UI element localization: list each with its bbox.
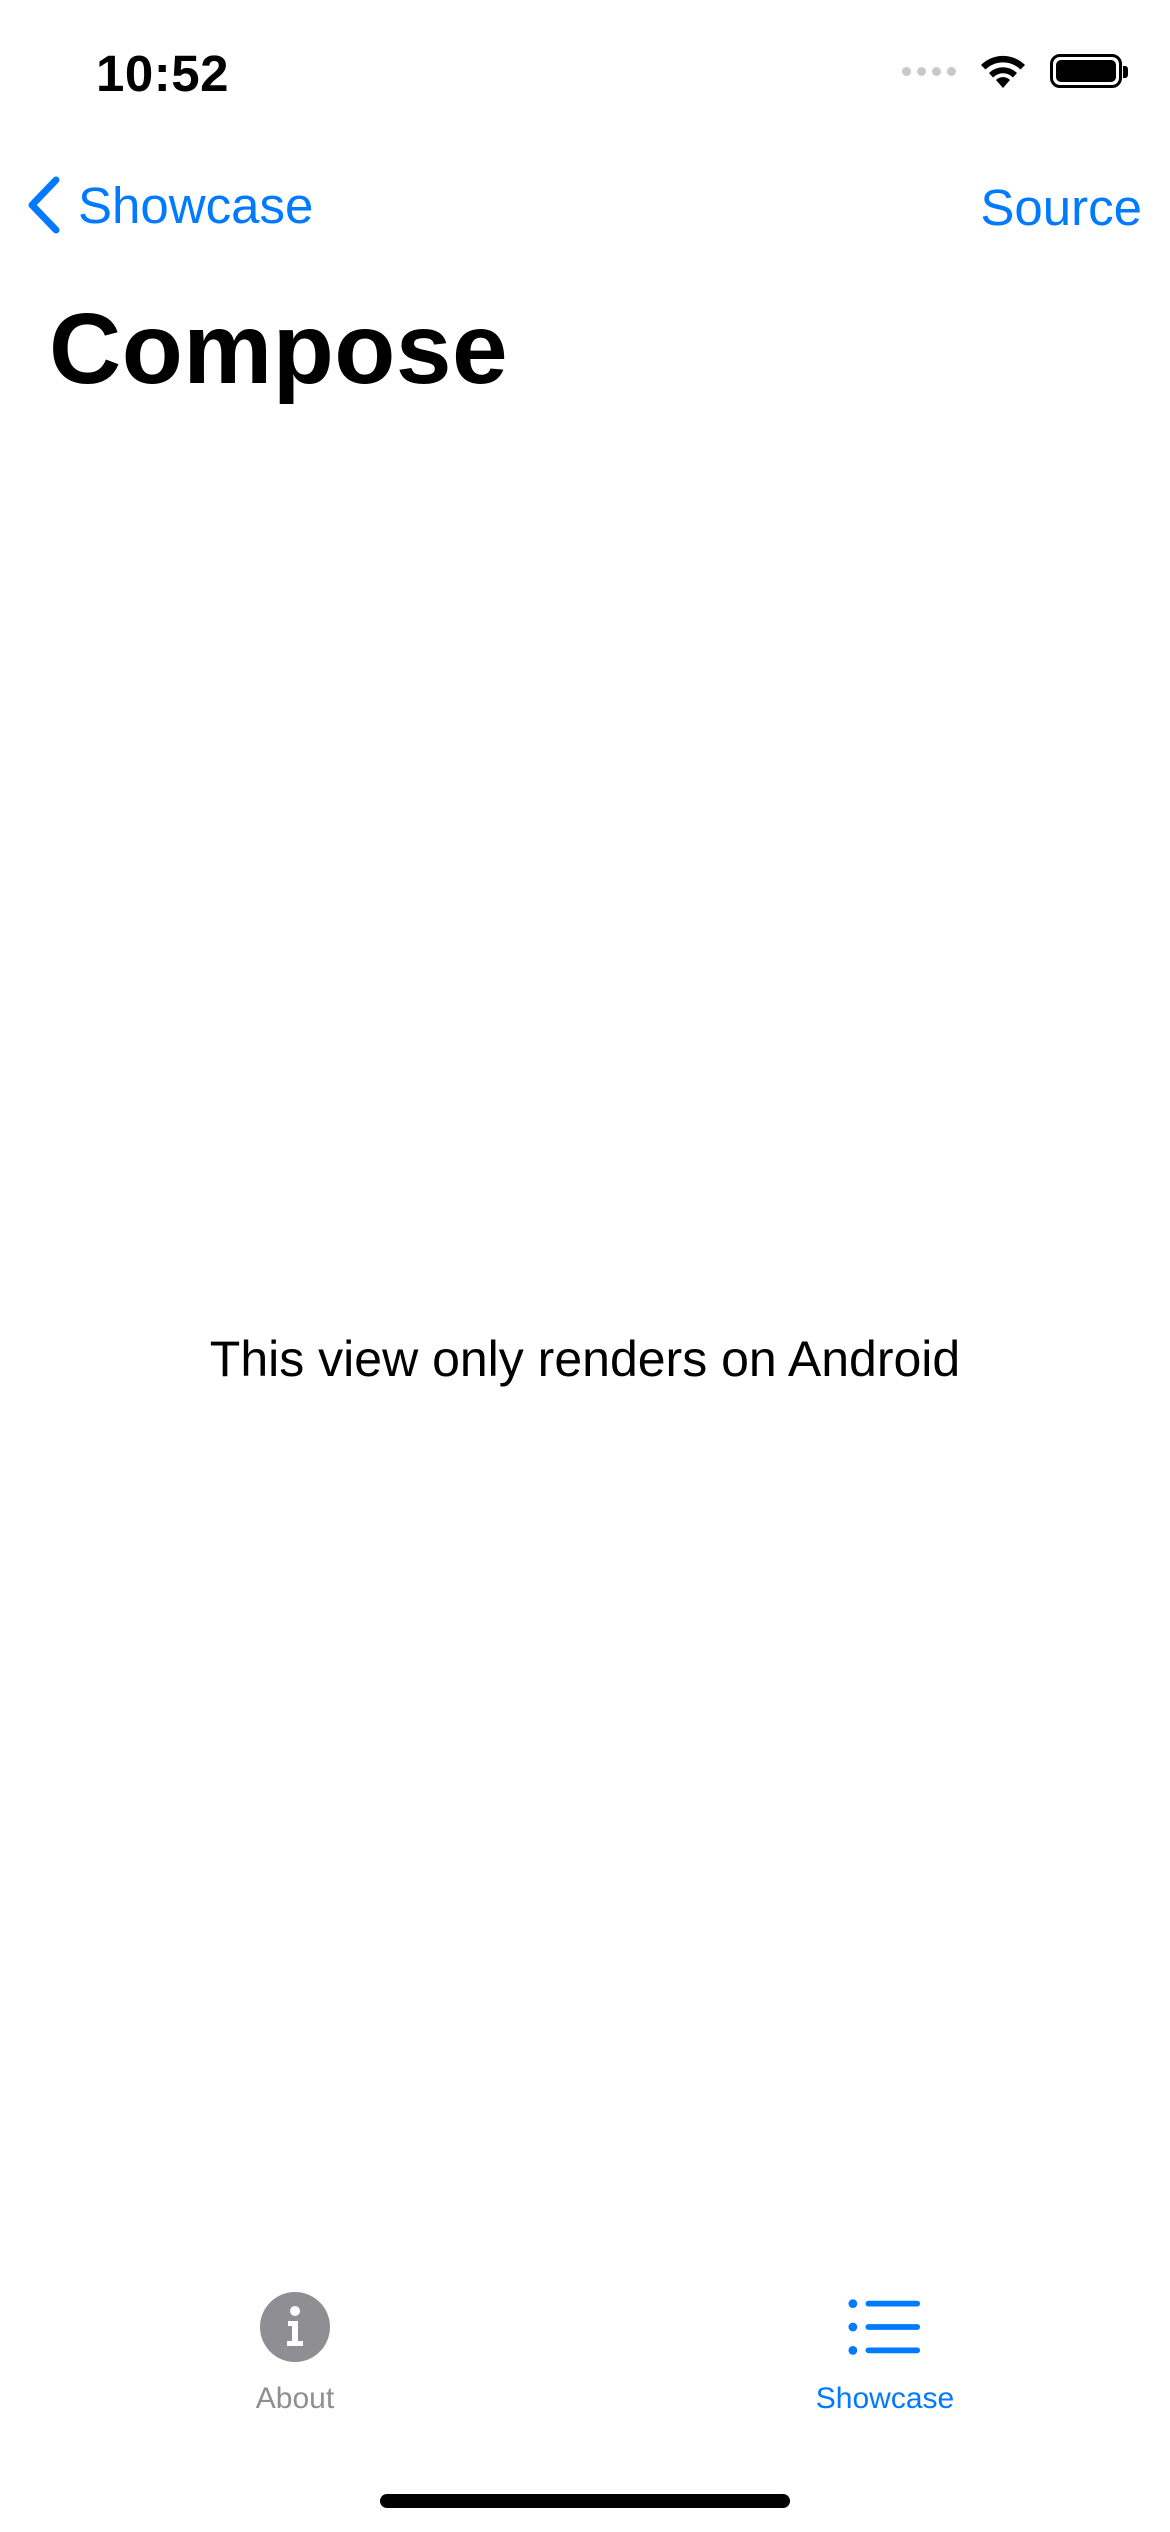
cellular-signal-icon: [902, 66, 956, 76]
platform-message: This view only renders on Android: [209, 1331, 961, 1387]
back-label: Showcase: [78, 176, 314, 234]
wifi-icon: [981, 55, 1025, 88]
status-icons: [902, 52, 1128, 90]
list-icon: [848, 2290, 922, 2364]
navigation-bar: Showcase Source: [0, 160, 1170, 260]
tab-showcase-label: Showcase: [815, 2382, 955, 2415]
tab-bar: About Showcase: [0, 2290, 1170, 2450]
info-icon: [258, 2290, 332, 2364]
tab-about-label: About: [255, 2382, 335, 2415]
screen: 10:52 Showcase Source Compose This view …: [0, 0, 1170, 2532]
page-title: Compose: [49, 293, 509, 405]
chevron-left-icon: [28, 176, 60, 234]
home-indicator[interactable]: [380, 2494, 790, 2508]
status-bar: 10:52: [0, 0, 1170, 150]
back-button[interactable]: Showcase: [24, 174, 313, 236]
tab-about[interactable]: About: [145, 2290, 445, 2416]
battery-icon: [1050, 54, 1128, 88]
status-time: 10:52: [96, 45, 229, 102]
tab-showcase[interactable]: Showcase: [735, 2290, 1035, 2416]
source-button[interactable]: Source: [980, 178, 1142, 237]
